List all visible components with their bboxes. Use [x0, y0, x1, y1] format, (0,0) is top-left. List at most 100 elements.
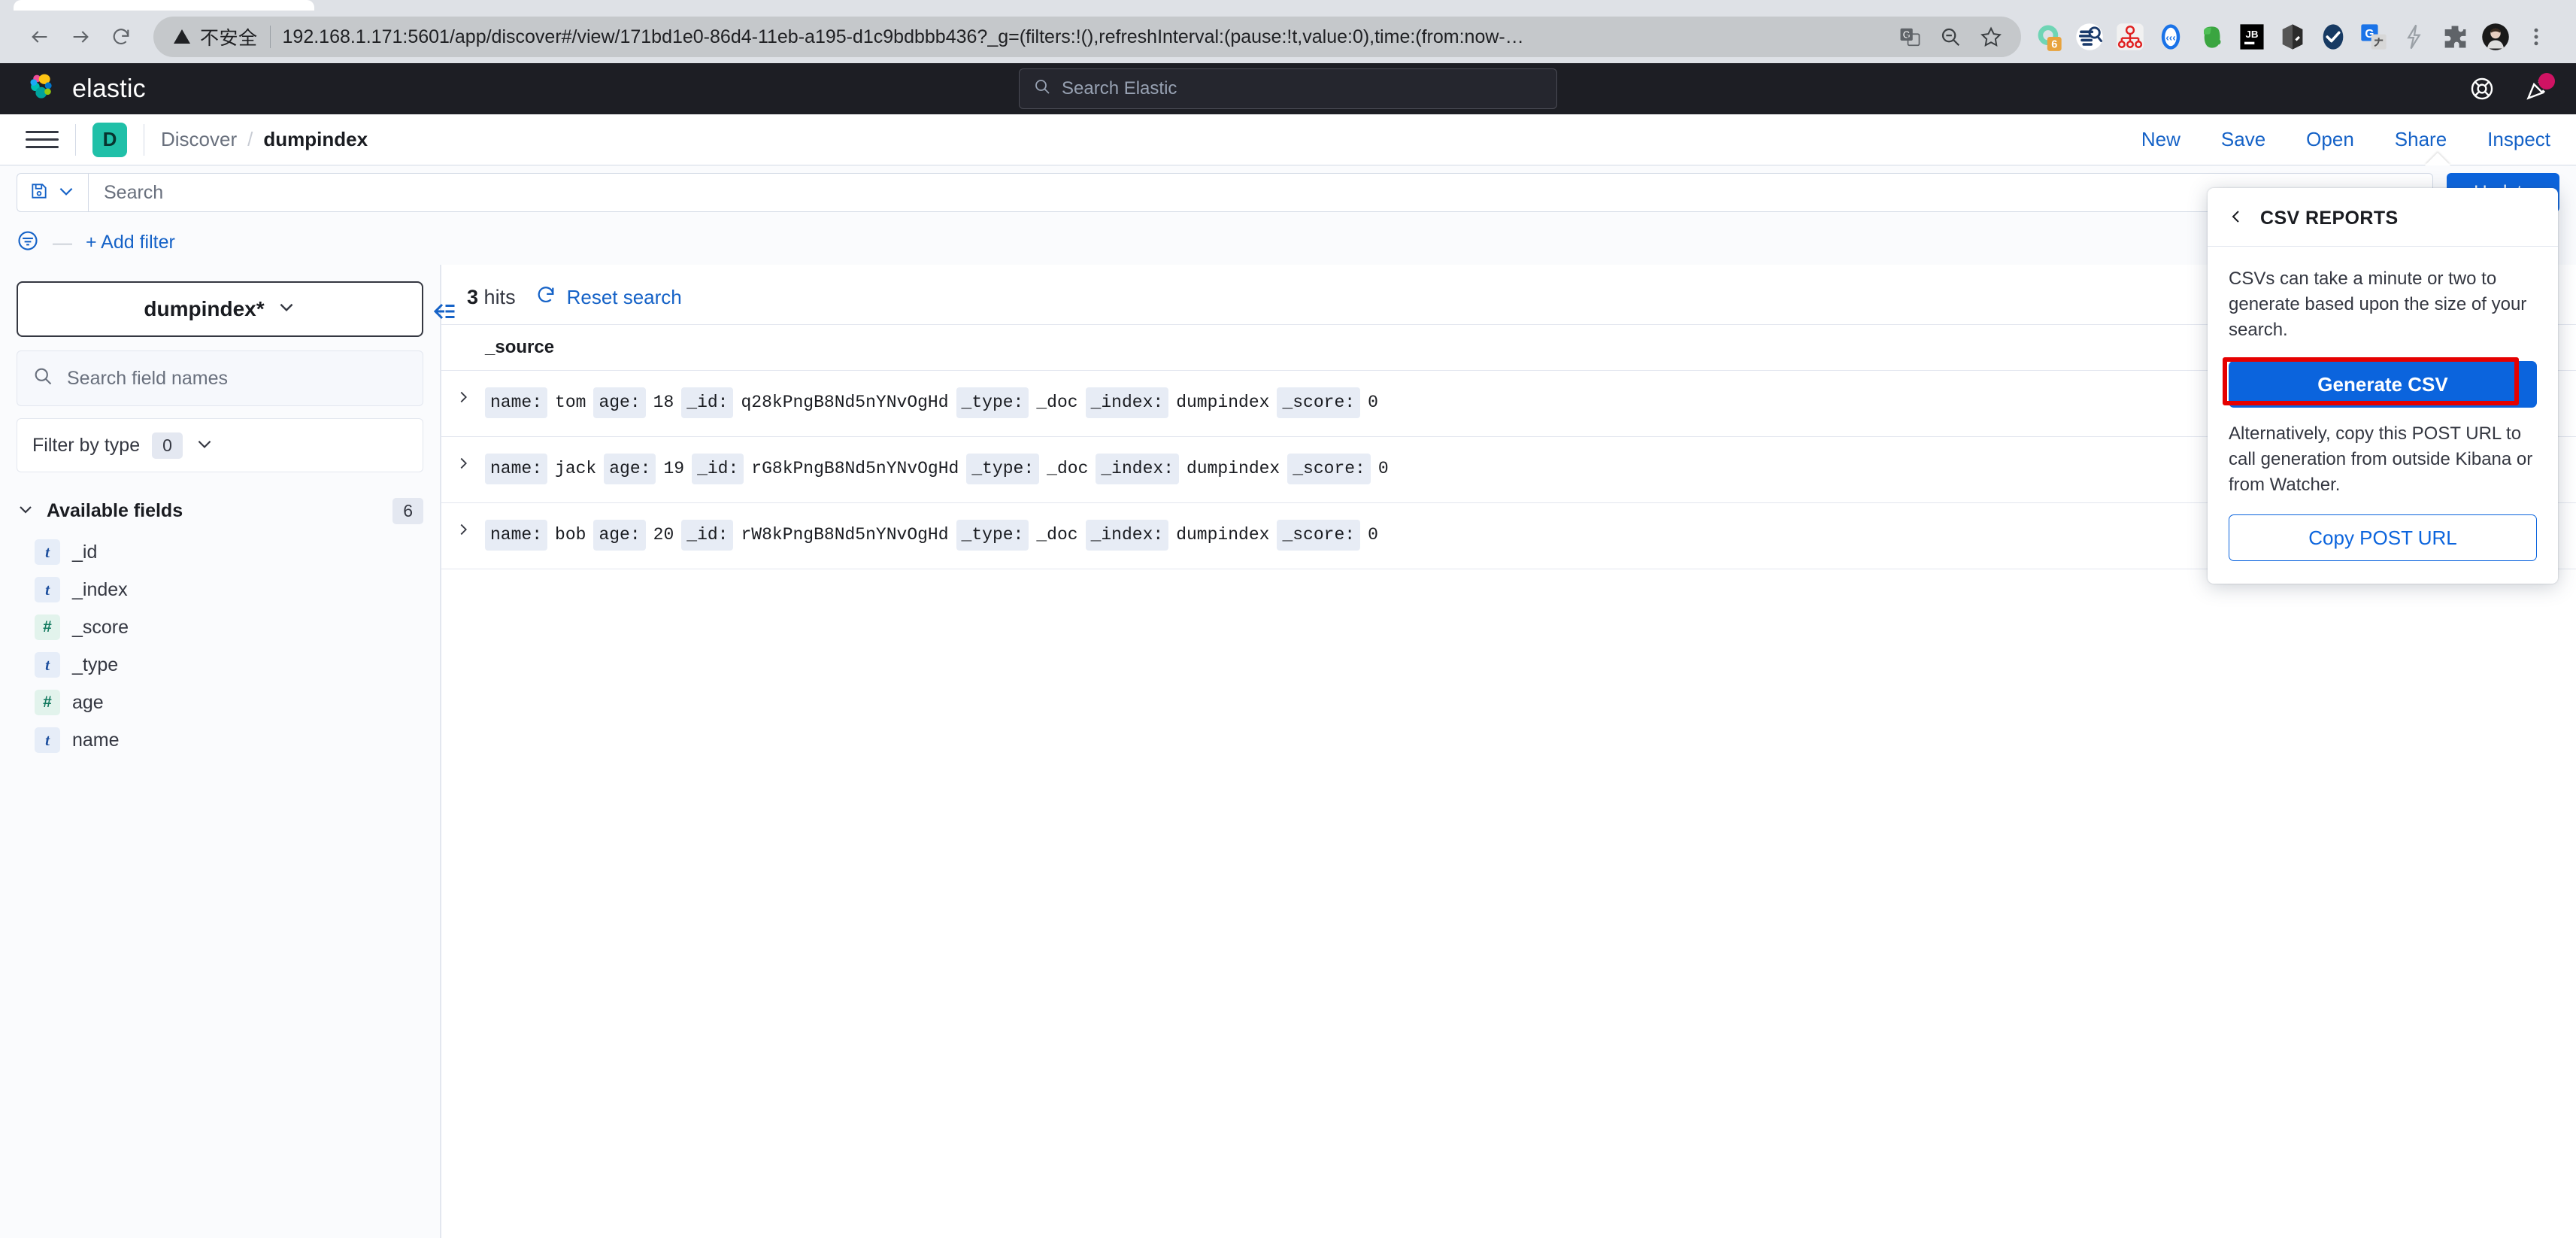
- hits-label: hits: [484, 286, 516, 308]
- generate-csv-button[interactable]: Generate CSV: [2229, 361, 2537, 408]
- notification-dot: [2538, 73, 2555, 90]
- expand-row-icon[interactable]: [441, 520, 485, 538]
- list-item[interactable]: t _index: [17, 571, 423, 608]
- translate-icon[interactable]: G: [1895, 22, 1925, 52]
- kv-pair: _type:_doc: [956, 387, 1078, 418]
- reset-search-button[interactable]: Reset search: [535, 284, 682, 311]
- popover-header: CSV REPORTS: [2208, 188, 2558, 247]
- kv-key: age:: [593, 520, 645, 551]
- kv-value: rG8kPngB8Nd5nYNvOgHd: [751, 456, 959, 482]
- browser-tab[interactable]: [14, 0, 314, 11]
- field-name: _index: [72, 579, 128, 601]
- available-fields-header[interactable]: Available fields 6: [17, 498, 423, 524]
- list-item[interactable]: t _id: [17, 533, 423, 571]
- filter-dash: —: [53, 231, 72, 254]
- browser-tabstrip: [0, 0, 2576, 11]
- save-button[interactable]: Save: [2221, 128, 2265, 151]
- breadcrumb: Discover / dumpindex: [161, 128, 368, 151]
- popover-body: CSVs can take a minute or two to generat…: [2208, 247, 2558, 584]
- field-name: age: [72, 692, 104, 714]
- kv-key: _score:: [1277, 520, 1360, 551]
- filter-by-type-count: 0: [152, 432, 183, 459]
- save-query-button[interactable]: [17, 173, 88, 212]
- kv-key: _index:: [1086, 387, 1169, 418]
- expand-row-icon[interactable]: [441, 454, 485, 472]
- reload-icon[interactable]: [101, 17, 141, 57]
- whats-new-icon[interactable]: [2525, 76, 2550, 102]
- expand-row-icon[interactable]: [441, 387, 485, 405]
- address-bar[interactable]: 不安全 192.168.1.171:5601/app/discover#/vie…: [153, 17, 2021, 57]
- popover-description: CSVs can take a minute or two to generat…: [2229, 266, 2537, 343]
- ext-lightning-icon[interactable]: [2394, 17, 2435, 57]
- save-query-icon: [29, 181, 49, 205]
- list-item[interactable]: t name: [17, 721, 423, 759]
- help-lifebuoy-icon[interactable]: [2469, 76, 2495, 102]
- list-item[interactable]: t _type: [17, 646, 423, 684]
- kv-pair: name: bob: [485, 520, 586, 551]
- add-filter-button[interactable]: + Add filter: [86, 232, 175, 253]
- list-item[interactable]: # age: [17, 684, 423, 721]
- breadcrumb-discover[interactable]: Discover: [161, 128, 237, 151]
- security-label: 不安全: [200, 23, 258, 50]
- ext-evernote-icon[interactable]: [2191, 17, 2232, 57]
- search-input[interactable]: Search Elastic: [1019, 68, 1557, 109]
- back-arrow-icon[interactable]: [20, 17, 60, 57]
- kv-key: _type:: [966, 454, 1039, 484]
- svg-text:G: G: [1903, 29, 1911, 40]
- new-button[interactable]: New: [2141, 128, 2181, 151]
- collapse-sidebar-icon[interactable]: [431, 298, 461, 328]
- kv-key: _type:: [956, 520, 1029, 551]
- copy-post-url-button[interactable]: Copy POST URL: [2229, 514, 2537, 561]
- kv-pair: age:18: [593, 387, 674, 418]
- ext-blue-rewind-icon[interactable]: ‹‹‹: [2150, 17, 2191, 57]
- kv-pair: _score:0: [1277, 387, 1377, 418]
- elastic-brand[interactable]: elastic: [26, 70, 146, 108]
- bookmark-star-icon[interactable]: [1976, 22, 2006, 52]
- ext-puzzle-icon[interactable]: [2435, 17, 2475, 57]
- kv-value: dumpindex: [1176, 522, 1269, 548]
- kv-key: name:: [485, 454, 547, 484]
- forward-arrow-icon[interactable]: [60, 17, 101, 57]
- kv-key: _id:: [692, 454, 744, 484]
- open-button[interactable]: Open: [2306, 128, 2354, 151]
- share-button[interactable]: Share: [2395, 128, 2447, 151]
- list-item[interactable]: # _score: [17, 608, 423, 646]
- index-pattern-select[interactable]: dumpindex*: [17, 281, 423, 337]
- header-actions: [2469, 76, 2550, 102]
- kv-value: tom: [555, 390, 586, 416]
- search-query-input[interactable]: Search: [88, 173, 2433, 212]
- avatar[interactable]: [2475, 17, 2516, 57]
- browser-menu-icon[interactable]: [2516, 17, 2556, 57]
- ext-google-translate-icon[interactable]: G: [2353, 17, 2394, 57]
- inspect-button[interactable]: Inspect: [2487, 128, 2550, 151]
- kv-pair: _id: rG8kPngB8Nd5nYNvOgHd: [692, 454, 959, 484]
- ext-sitemap-icon[interactable]: [2110, 17, 2150, 57]
- field-search-input[interactable]: Search field names: [17, 350, 423, 406]
- kibana-header: elastic Search Elastic: [0, 63, 2576, 114]
- source-cell: name:tom age:18 _id:q28kPngB8Nd5nYNvOgHd…: [485, 387, 1378, 418]
- kv-value: 18: [653, 390, 674, 416]
- field-type-string-icon: t: [35, 727, 60, 753]
- svg-text:JB: JB: [2245, 29, 2258, 40]
- field-type-string-icon: t: [35, 652, 60, 678]
- global-search-wrapper: Search Elastic: [1019, 68, 1557, 109]
- back-chevron-icon[interactable]: [2227, 208, 2245, 229]
- ext-elastic-search-icon[interactable]: [2069, 17, 2110, 57]
- ext-check-shield-icon[interactable]: [2313, 17, 2353, 57]
- hits-count-text: 3 hits: [467, 286, 516, 309]
- ext-jetbrains-icon[interactable]: JB: [2232, 17, 2272, 57]
- field-type-string-icon: t: [35, 539, 60, 565]
- kv-value: bob: [555, 522, 586, 548]
- menu-toggle-icon[interactable]: [26, 123, 59, 156]
- filter-options-icon[interactable]: [17, 229, 39, 256]
- brand-text: elastic: [72, 74, 146, 104]
- kv-value: dumpindex: [1176, 390, 1269, 416]
- ext-green-ring-icon[interactable]: 6: [2029, 17, 2069, 57]
- kv-key: name:: [485, 520, 547, 551]
- ext-dark-cube-icon[interactable]: [2272, 17, 2313, 57]
- kv-value: jack: [555, 456, 596, 482]
- filter-by-type-button[interactable]: Filter by type 0: [17, 418, 423, 472]
- zoom-out-icon[interactable]: [1935, 22, 1965, 52]
- field-type-number-icon: #: [35, 614, 60, 640]
- query-bar: Search Update: [0, 165, 2576, 220]
